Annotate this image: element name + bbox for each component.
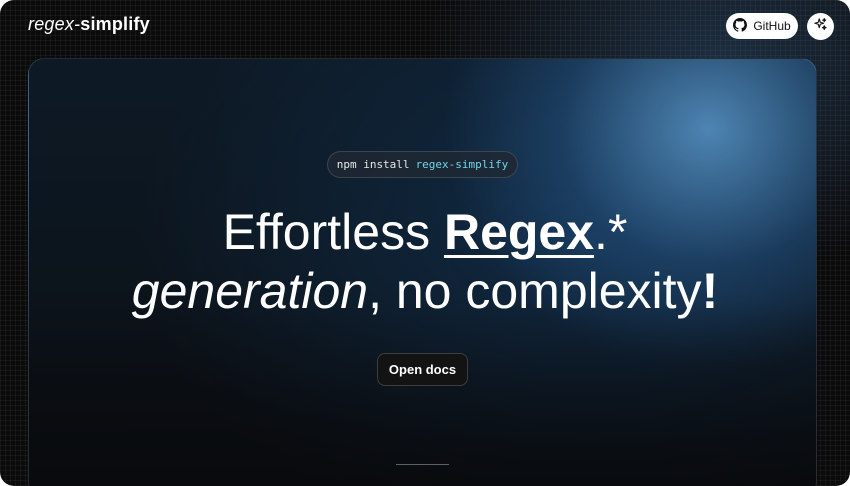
logo[interactable]: regex-simplify <box>28 14 150 35</box>
install-command: npm install <box>336 158 410 171</box>
github-label: GitHub <box>753 19 791 33</box>
sparkle-icon <box>813 17 828 37</box>
github-icon <box>733 17 748 35</box>
theme-toggle-button[interactable] <box>807 13 834 40</box>
headline-tail: .* <box>594 204 628 260</box>
headline-bang: ! <box>701 263 719 319</box>
page-frame: regex-simplify GitHub npm install regex-… <box>0 0 850 486</box>
install-package: regex-simplify <box>415 158 509 171</box>
headline-plain-2: , no complexity <box>368 263 702 319</box>
headline-line-1: Effortless Regex.* <box>0 203 850 261</box>
headline-strong: Regex <box>443 204 595 260</box>
headline-line-2: generation, no complexity! <box>0 262 850 320</box>
open-docs-button[interactable]: Open docs <box>377 353 468 386</box>
github-button[interactable]: GitHub <box>726 13 798 39</box>
logo-suffix: simplify <box>80 14 150 34</box>
headline-emphasis: generation <box>131 263 369 319</box>
install-command-pill[interactable]: npm install regex-simplify <box>327 151 518 178</box>
logo-prefix: regex- <box>28 14 81 34</box>
headline-plain: Effortless <box>222 204 444 260</box>
bottom-divider <box>396 464 449 465</box>
